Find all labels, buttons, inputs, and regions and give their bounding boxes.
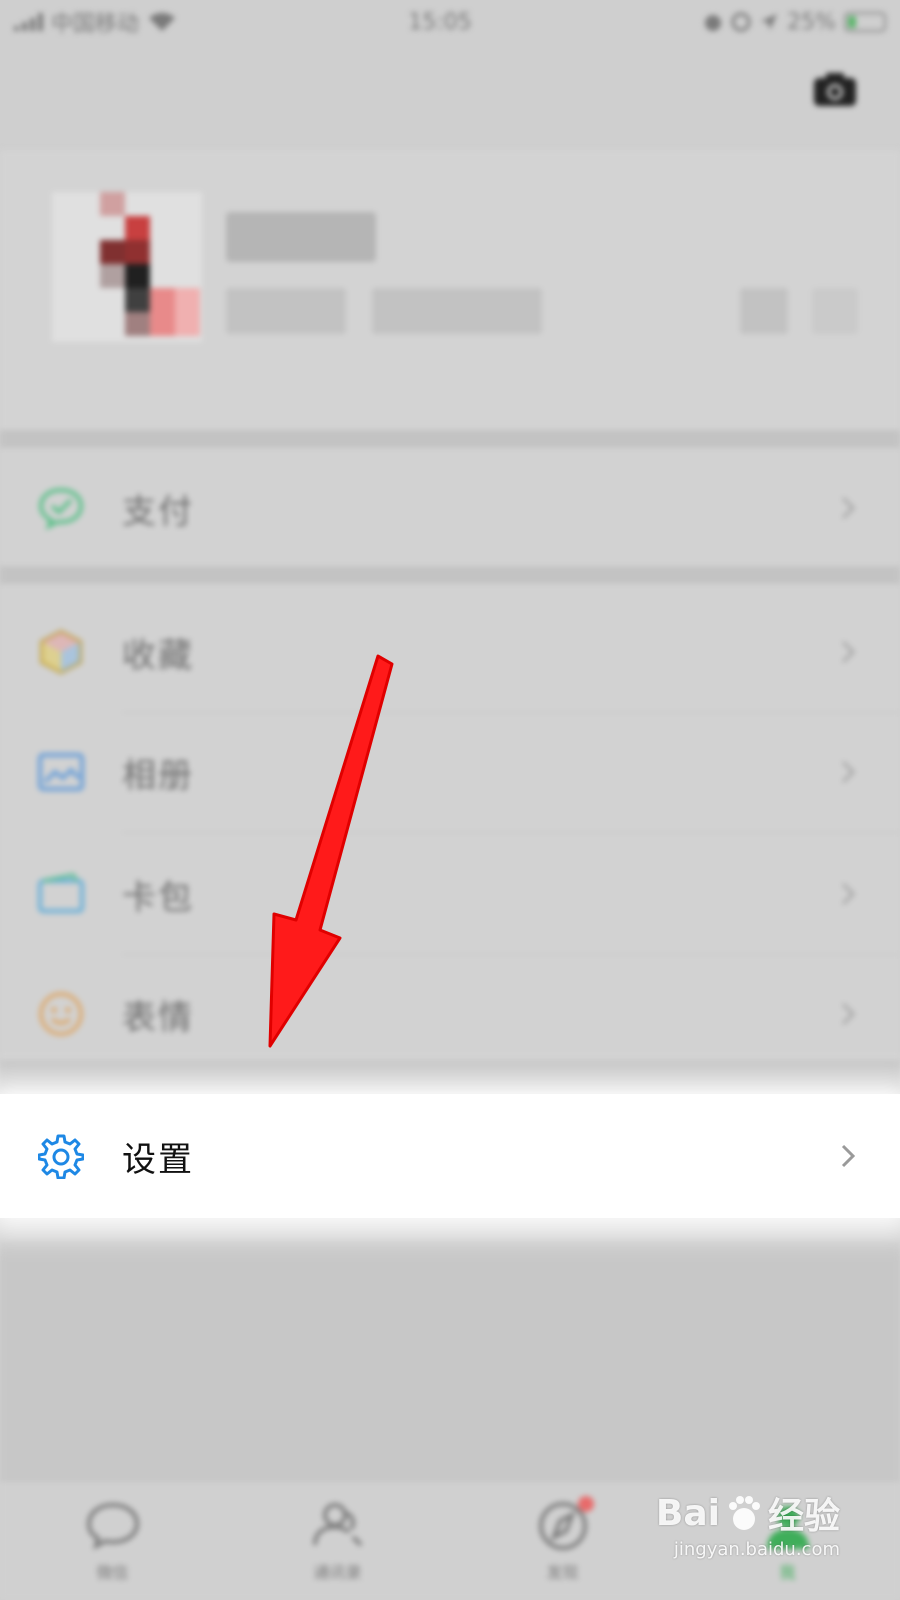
clock: 15:05 [408, 9, 472, 35]
chevron-right-icon [841, 882, 856, 906]
wechat-me-screen: 中国移动 15:05 25% 支付 收藏 相册 卡包 表情 微信 通讯录 发现 … [0, 0, 900, 1600]
chat-bubble-icon [86, 1502, 139, 1550]
signal-icon [14, 13, 43, 31]
baidu-jingyan-watermark: Bai 经验 jingyan.baidu.com [655, 1487, 840, 1561]
menu-item-label: 卡包 [122, 877, 194, 918]
cube-icon [40, 629, 82, 675]
carrier-label: 中国移动 [51, 12, 140, 37]
smiley-icon [39, 992, 83, 1036]
wallet-icon [38, 873, 84, 913]
tab-discover[interactable]: 发现 [508, 1486, 618, 1596]
rotation-lock-icon [731, 12, 751, 32]
battery-percent: 25% [787, 9, 836, 35]
menu-item-label: 表情 [122, 997, 194, 1038]
wechat-id [226, 288, 346, 334]
tab-label: 通讯录 [313, 1562, 362, 1582]
chevron-right-icon [841, 1002, 856, 1026]
menu-item-album[interactable]: 相册 [0, 712, 900, 832]
wechat-id-extra [372, 288, 542, 334]
menu-item-label: 收藏 [122, 635, 194, 676]
tab-label: 我 [779, 1562, 796, 1582]
location-icon [761, 14, 778, 30]
menu-item-label: 支付 [122, 491, 194, 532]
menu-item-favorites[interactable]: 收藏 [0, 592, 900, 712]
chevron-right-icon [841, 496, 856, 520]
menu-item-cards[interactable]: 卡包 [0, 834, 900, 954]
camera-icon[interactable] [812, 70, 858, 108]
wifi-icon [149, 12, 176, 31]
avatar[interactable] [52, 192, 202, 342]
blurred-background: 中国移动 15:05 25% 支付 收藏 相册 卡包 表情 微信 通讯录 发现 … [0, 0, 900, 1600]
menu-item-label: 设置 [122, 1139, 194, 1180]
nickname [226, 212, 376, 262]
menu-item-label: 相册 [122, 755, 194, 796]
profile-chevron[interactable] [812, 288, 858, 334]
battery-icon [843, 12, 886, 32]
watermark-url: jingyan.baidu.com [673, 1539, 840, 1560]
tab-label: 微信 [96, 1562, 129, 1582]
tab-label: 发现 [546, 1562, 579, 1582]
chevron-right-icon [841, 640, 856, 664]
image-icon [38, 753, 84, 791]
alarm-icon [705, 15, 722, 31]
menu-item-pay[interactable]: 支付 [0, 448, 900, 568]
notification-badge [577, 1495, 594, 1512]
tab-contacts[interactable]: 通讯录 [283, 1486, 393, 1596]
baidu-paw-icon [728, 1496, 760, 1530]
chevron-right-icon [841, 1144, 856, 1168]
menu-item-stickers[interactable]: 表情 [0, 954, 900, 1074]
watermark-brand: Bai [655, 1492, 720, 1534]
qr-code-icon[interactable] [740, 288, 788, 334]
wechat-pay-icon [38, 487, 84, 530]
tab-chats[interactable]: 微信 [58, 1486, 168, 1596]
contacts-icon [312, 1502, 362, 1546]
gear-icon [38, 1134, 84, 1179]
profile-card[interactable] [0, 150, 900, 430]
chevron-right-icon [841, 760, 856, 784]
status-bar: 中国移动 15:05 25% [0, 0, 900, 44]
watermark-suffix: 经验 [767, 1496, 840, 1537]
menu-item-settings[interactable]: 设置 [0, 1094, 900, 1218]
